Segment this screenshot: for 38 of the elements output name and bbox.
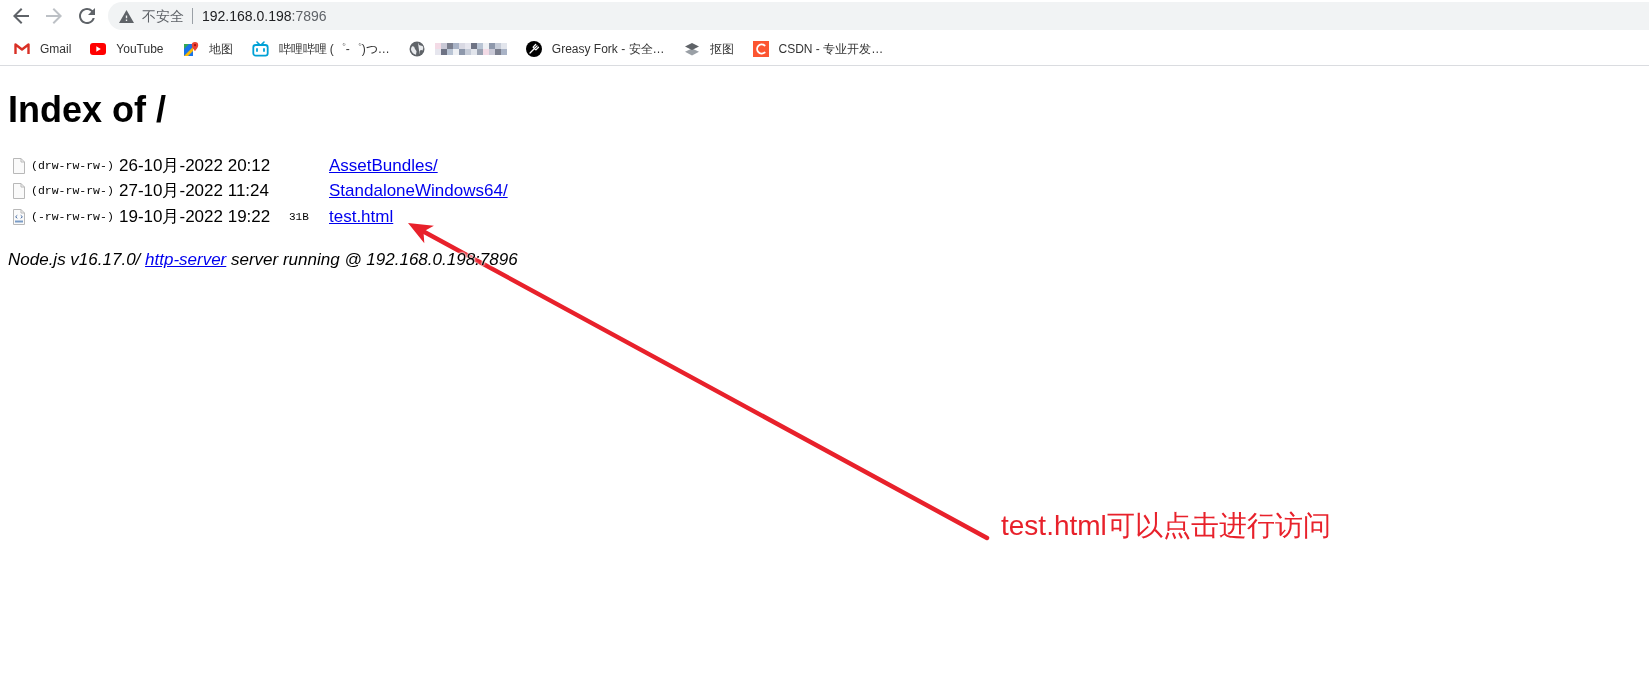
bookmark-button[interactable]: 抠图 — [677, 35, 740, 62]
modified-date: 19-10月-2022 19:22 — [119, 207, 271, 227]
c-logo-icon — [752, 40, 769, 57]
file-link[interactable]: test.html — [329, 207, 394, 227]
layers-icon — [683, 41, 700, 56]
permissions-text: (-rw-rw-rw-) — [31, 209, 114, 225]
modified-date: 26-10月-2022 20:12 — [119, 155, 271, 176]
url-text: 192.168.0.198:7896 — [202, 8, 327, 24]
tv-icon — [251, 40, 269, 57]
globe-icon — [408, 40, 425, 57]
play-button-icon — [90, 42, 107, 55]
page-heading: Index of / — [8, 88, 167, 131]
annotation-text: test.html可以点击进行访问 — [1001, 510, 1331, 542]
modified-date: 27-10月-2022 11:24 — [119, 181, 269, 202]
bookmark-button[interactable]: CSDN - 专业开发… — [746, 35, 890, 62]
permissions-text: (drw-rw-rw-) — [31, 157, 114, 174]
bookmark-button[interactable]: 地图 — [176, 35, 239, 62]
server-link[interactable]: http-server — [145, 249, 227, 269]
warning-icon — [119, 9, 134, 23]
file-size: 31B — [289, 210, 309, 225]
arrow-left-icon — [13, 8, 29, 24]
map-pin-icon — [182, 40, 199, 57]
bookmark-button[interactable]: 哔哩哔哩 (゜-゜)つ… — [245, 35, 396, 62]
security-status-chip[interactable]: 不安全 — [119, 8, 184, 24]
file-link[interactable]: StandaloneWindows64/ — [329, 181, 508, 202]
file-link[interactable]: AssetBundles/ — [329, 155, 438, 176]
blank-file-icon — [12, 157, 25, 174]
permissions-text: (drw-rw-rw-) — [31, 183, 114, 200]
blank-file-icon — [12, 183, 25, 200]
fork-icon — [525, 40, 542, 57]
bookmark-button[interactable]: Greasy Fork - 安全… — [519, 35, 671, 62]
code-file-icon — [12, 209, 25, 225]
reload-icon — [79, 8, 95, 24]
m-logo-icon — [14, 42, 30, 55]
bookmark-button[interactable]: YouTube — [84, 35, 170, 62]
address-bar[interactable]: 不安全 192.168.0.198:7896 — [108, 2, 1649, 30]
bookmark-button[interactable]: Gmail — [8, 35, 78, 62]
arrow-right-icon — [46, 8, 62, 24]
